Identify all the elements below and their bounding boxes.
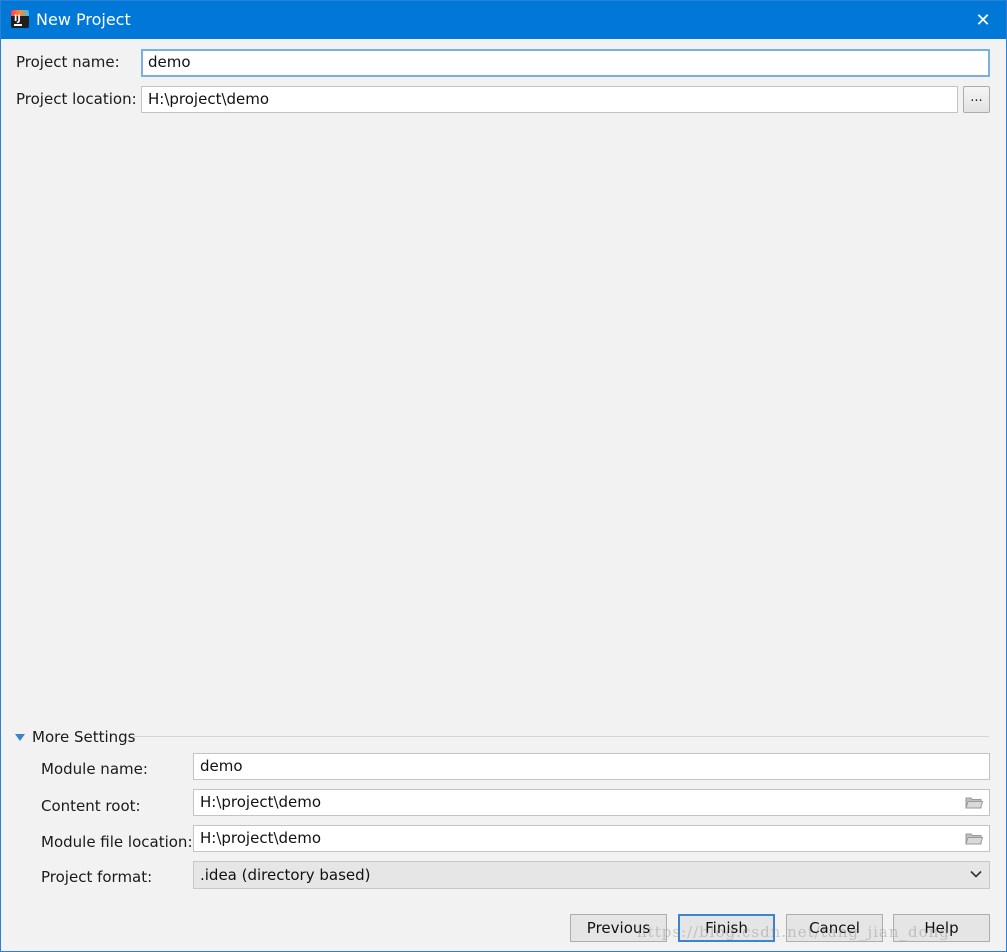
project-name-input[interactable]: demo	[141, 49, 990, 77]
watermark-text: https://blog.csdn.net/tang_jian_dong	[637, 923, 950, 941]
expand-triangle-icon	[15, 733, 25, 741]
intellij-app-icon: IJ	[11, 10, 29, 28]
chevron-down-icon	[970, 870, 982, 878]
content-root-folder-icon[interactable]	[965, 796, 983, 809]
window-title: New Project	[36, 10, 131, 29]
browse-location-button[interactable]: ...	[963, 86, 990, 113]
project-name-label: Project name:	[16, 53, 120, 71]
title-bar: IJ New Project ✕	[1, 1, 1006, 39]
new-project-dialog: IJ New Project ✕ Project name: demo Proj…	[0, 0, 1007, 952]
project-format-value: .idea (directory based)	[200, 866, 371, 884]
module-name-input[interactable]: demo	[193, 753, 990, 780]
project-location-label: Project location:	[16, 90, 137, 108]
project-location-input[interactable]: H:\project\demo	[141, 86, 958, 113]
content-root-input[interactable]: H:\project\demo	[193, 789, 990, 816]
more-settings-label: More Settings	[32, 728, 136, 746]
project-format-label: Project format:	[41, 868, 153, 886]
more-settings-toggle[interactable]: More Settings	[15, 728, 135, 746]
more-settings-divider	[134, 736, 989, 737]
close-button[interactable]: ✕	[960, 1, 1006, 39]
module-file-location-input[interactable]: H:\project\demo	[193, 825, 990, 852]
module-name-label: Module name:	[41, 760, 148, 778]
module-file-location-label: Module file location:	[41, 833, 193, 851]
content-root-label: Content root:	[41, 797, 141, 815]
project-format-select[interactable]: .idea (directory based)	[193, 861, 990, 889]
close-icon: ✕	[975, 9, 991, 31]
module-file-folder-icon[interactable]	[965, 832, 983, 845]
